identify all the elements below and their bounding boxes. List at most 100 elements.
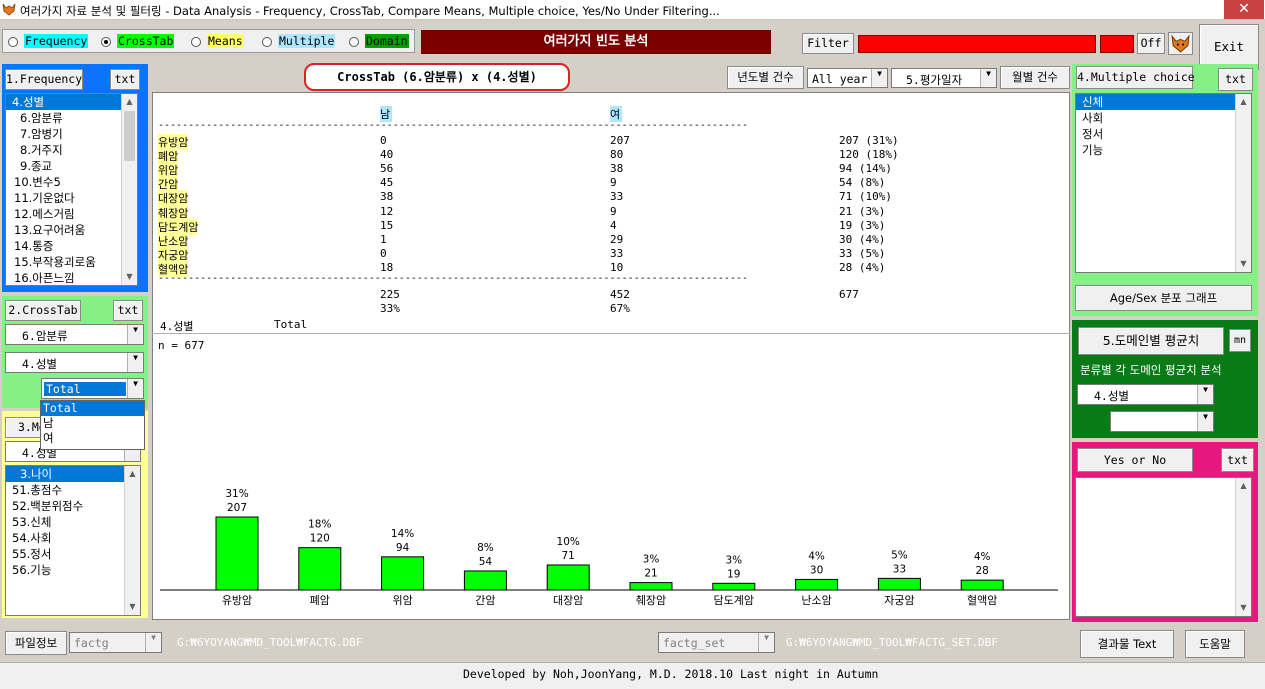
scroll-up-icon[interactable]: ▲ [1236, 478, 1251, 494]
frequency-button[interactable]: 1.Frequency [5, 69, 83, 90]
cell-female: 29 [610, 232, 624, 246]
yes-or-no-button[interactable]: Yes or No [1077, 448, 1193, 472]
list-item[interactable]: 55.정서 [6, 546, 124, 562]
list-item[interactable]: 16.아픈느낌 [6, 270, 121, 285]
chevron-down-icon[interactable]: ▼ [127, 353, 143, 372]
multiple-choice-txt-button[interactable]: txt [1218, 68, 1253, 91]
yearly-count-button[interactable]: 년도별 건수 [727, 66, 804, 89]
list-item[interactable]: 3.나이 [6, 466, 124, 482]
scroll-down-icon[interactable]: ▼ [122, 269, 137, 285]
radio-circle-icon[interactable] [349, 37, 359, 47]
data-file-combo[interactable]: factg ▼ [69, 632, 162, 653]
level-dropdown-list[interactable]: Total 남 여 [40, 400, 145, 450]
list-item[interactable]: 13.요구어려움 [6, 222, 121, 238]
scroll-down-icon[interactable]: ▼ [125, 599, 140, 615]
domain-mean-button[interactable]: 5.도메인별 평균치 [1078, 327, 1224, 355]
list-item[interactable]: 51.총점수 [6, 482, 124, 498]
chevron-down-icon[interactable]: ▼ [758, 633, 774, 652]
crosstab-row-combo[interactable]: 6.암분류 ▼ [5, 324, 144, 345]
list-item[interactable]: 정서 [1076, 126, 1235, 142]
bar-chart: n = 677 207 31% 유방암 120 18% 폐암 94 14% 위암 54 8% 간암 71 1… [158, 339, 1058, 607]
monthly-count-button[interactable]: 월별 건수 [1000, 66, 1070, 89]
scroll-down-icon[interactable]: ▼ [1236, 256, 1251, 272]
frequency-variable-list[interactable]: 4.성별 6.암분류 7.암병기 8.거주지 9.종교 10.변수5 11.기운없다 12.메… [5, 93, 138, 286]
list-item[interactable]: 8.거주지 [6, 142, 121, 158]
list-item[interactable]: 53.신체 [6, 514, 124, 530]
list-item[interactable]: 12.메스거림 [6, 206, 121, 222]
bar-value-label: 21 [644, 568, 657, 580]
yes-no-txt-button[interactable]: txt [1221, 448, 1254, 472]
scroll-up-icon[interactable]: ▲ [125, 466, 140, 482]
radio-circle-icon[interactable] [191, 37, 201, 47]
crosstab-button[interactable]: 2.CrossTab [5, 300, 81, 321]
chevron-down-icon[interactable]: ▼ [871, 69, 887, 87]
mode-radio-frequency[interactable]: Frequency [8, 34, 89, 48]
chevron-down-icon[interactable]: ▼ [145, 633, 161, 652]
means-variable-list[interactable]: 3.나이 51.총점수 52.백분위점수 53.신체 54.사회 55.정서 56.기능 ▲… [5, 465, 141, 616]
radio-circle-icon[interactable] [262, 37, 272, 47]
year-combo[interactable]: All year ▼ [807, 68, 888, 88]
frequency-list-scrollbar[interactable]: ▲ ▼ [121, 94, 137, 285]
filter-off-button[interactable]: Off [1137, 33, 1165, 54]
scroll-up-icon[interactable]: ▲ [1236, 94, 1251, 110]
list-item[interactable]: 7.암병기 [6, 126, 121, 142]
yes-no-scrollbar[interactable]: ▲ ▼ [1235, 478, 1251, 616]
list-item[interactable]: 14.통증 [6, 238, 121, 254]
radio-circle-icon[interactable] [8, 37, 18, 47]
list-item[interactable]: 기능 [1076, 142, 1235, 158]
chevron-down-icon[interactable]: ▼ [127, 325, 143, 344]
list-item[interactable]: 10.변수5 [6, 174, 121, 190]
domain-level-combo[interactable]: ▼ [1110, 411, 1214, 432]
chevron-down-icon[interactable]: ▼ [980, 69, 996, 87]
list-item[interactable]: 9.종교 [6, 158, 121, 174]
list-item[interactable]: 15.부작용괴로움 [6, 254, 121, 270]
bar-percent-label: 18% [308, 519, 331, 531]
date-field-combo[interactable]: 5.평가일자 ▼ [891, 68, 997, 88]
cell-total: 19 (3%) [839, 218, 886, 232]
mode-radio-crosstab[interactable]: CrossTab [101, 34, 175, 48]
scroll-down-icon[interactable]: ▼ [1236, 600, 1251, 616]
dropdown-option[interactable]: Total [41, 401, 144, 416]
yes-no-list[interactable]: ▲ ▼ [1075, 477, 1252, 617]
mode-radio-domain[interactable]: Domain [349, 34, 409, 48]
set-file-combo[interactable]: factg_set ▼ [658, 632, 775, 653]
list-item[interactable]: 4.성별 [6, 94, 121, 110]
means-list-scrollbar[interactable]: ▲ ▼ [124, 466, 140, 615]
crosstab-level-combo[interactable]: Total ▼ [41, 378, 144, 399]
age-sex-graph-button[interactable]: Age/Sex 분포 그래프 [1075, 285, 1252, 311]
fox-icon-button[interactable] [1168, 32, 1193, 55]
list-item[interactable]: 신체 [1076, 94, 1235, 110]
list-item[interactable]: 11.기운없다 [6, 190, 121, 206]
result-text-button[interactable]: 결과물 Text [1080, 630, 1174, 658]
close-button[interactable]: ✕ [1224, 0, 1264, 19]
scroll-up-icon[interactable]: ▲ [122, 94, 137, 110]
mode-radio-multiple[interactable]: Multiple [262, 34, 336, 48]
chevron-down-icon[interactable]: ▼ [1197, 385, 1213, 404]
list-item[interactable]: 54.사회 [6, 530, 124, 546]
chevron-down-icon[interactable]: ▼ [127, 379, 143, 398]
combo-value: factg [74, 636, 109, 650]
crosstab-col-combo[interactable]: 4.성별 ▼ [5, 352, 144, 373]
multiple-list-scrollbar[interactable]: ▲ ▼ [1235, 94, 1251, 272]
multiple-choice-button[interactable]: 4.Multiple choice [1076, 66, 1195, 89]
scroll-thumb[interactable] [124, 111, 135, 161]
bar-9 [960, 579, 1004, 591]
chevron-down-icon[interactable]: ▼ [1197, 412, 1213, 431]
list-item[interactable]: 6.암분류 [6, 110, 121, 126]
file-info-button[interactable]: 파일정보 [5, 631, 67, 655]
radio-circle-icon[interactable] [101, 37, 111, 47]
help-button[interactable]: 도움말 [1185, 630, 1245, 658]
list-item[interactable]: 사회 [1076, 110, 1235, 126]
filter-button[interactable]: Filter [802, 33, 854, 54]
dropdown-option[interactable]: 남 [41, 416, 144, 431]
frequency-txt-button[interactable]: txt [110, 69, 140, 90]
mode-radio-means[interactable]: Means [191, 34, 244, 48]
dropdown-option[interactable]: 여 [41, 431, 144, 446]
list-item[interactable]: 56.기능 [6, 562, 124, 578]
domain-group-combo[interactable]: 4.성별 ▼ [1077, 384, 1214, 405]
combo-value: factg_set [663, 636, 726, 650]
multiple-choice-list[interactable]: 신체 사회 정서 기능 ▲ ▼ [1075, 93, 1252, 273]
domain-mn-button[interactable]: mn [1229, 329, 1251, 352]
list-item[interactable]: 52.백분위점수 [6, 498, 124, 514]
crosstab-txt-button[interactable]: txt [113, 300, 143, 321]
